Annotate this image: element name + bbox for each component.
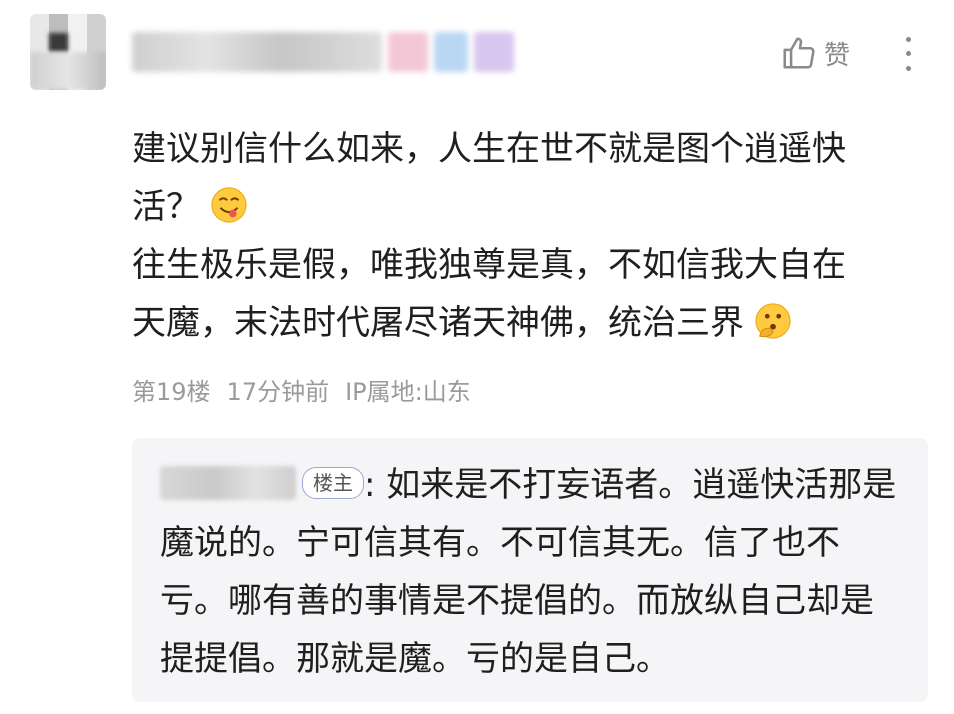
comment-meta: 第19楼 17分钟前 IP属地:山东 — [132, 372, 471, 407]
thumbs-up-icon — [783, 37, 815, 69]
comment-line: 活？ — [132, 178, 932, 236]
like-label: 赞 — [824, 40, 851, 71]
username-blurred[interactable] — [132, 30, 530, 74]
comment-line: 建议别信什么如来，人生在世不就是图个逍遥快 — [132, 129, 846, 169]
comment-line: 天魔，末法时代屠尽诸天神佛，统治三界 — [132, 294, 932, 352]
reply-content: 楼主: 如来是不打妄语者。逍遥快活那是魔说的。宁可信其有。不可信其无。信了也不亏… — [160, 456, 900, 688]
reply-username-blurred[interactable] — [160, 466, 296, 500]
thinking-face-icon — [755, 303, 791, 339]
like-button[interactable]: 赞 — [780, 34, 850, 72]
floor-number: 第19楼 — [132, 378, 211, 406]
more-vertical-icon[interactable] — [900, 32, 916, 76]
yum-face-icon — [211, 187, 247, 223]
ip-location: IP属地:山东 — [345, 378, 471, 406]
op-badge: 楼主 — [302, 467, 364, 499]
reply-box[interactable]: 楼主: 如来是不打妄语者。逍遥快活那是魔说的。宁可信其有。不可信其无。信了也不亏… — [132, 438, 928, 702]
user-avatar[interactable] — [30, 14, 106, 90]
reply-colon: : — [364, 465, 376, 505]
post-time: 17分钟前 — [226, 378, 330, 406]
comment-line: 往生极乐是假，唯我独尊是真，不如信我大自在 — [132, 245, 846, 285]
comment-body: 建议别信什么如来，人生在世不就是图个逍遥快 活？ 往生极乐是假，唯我独尊是真，不… — [132, 120, 932, 352]
